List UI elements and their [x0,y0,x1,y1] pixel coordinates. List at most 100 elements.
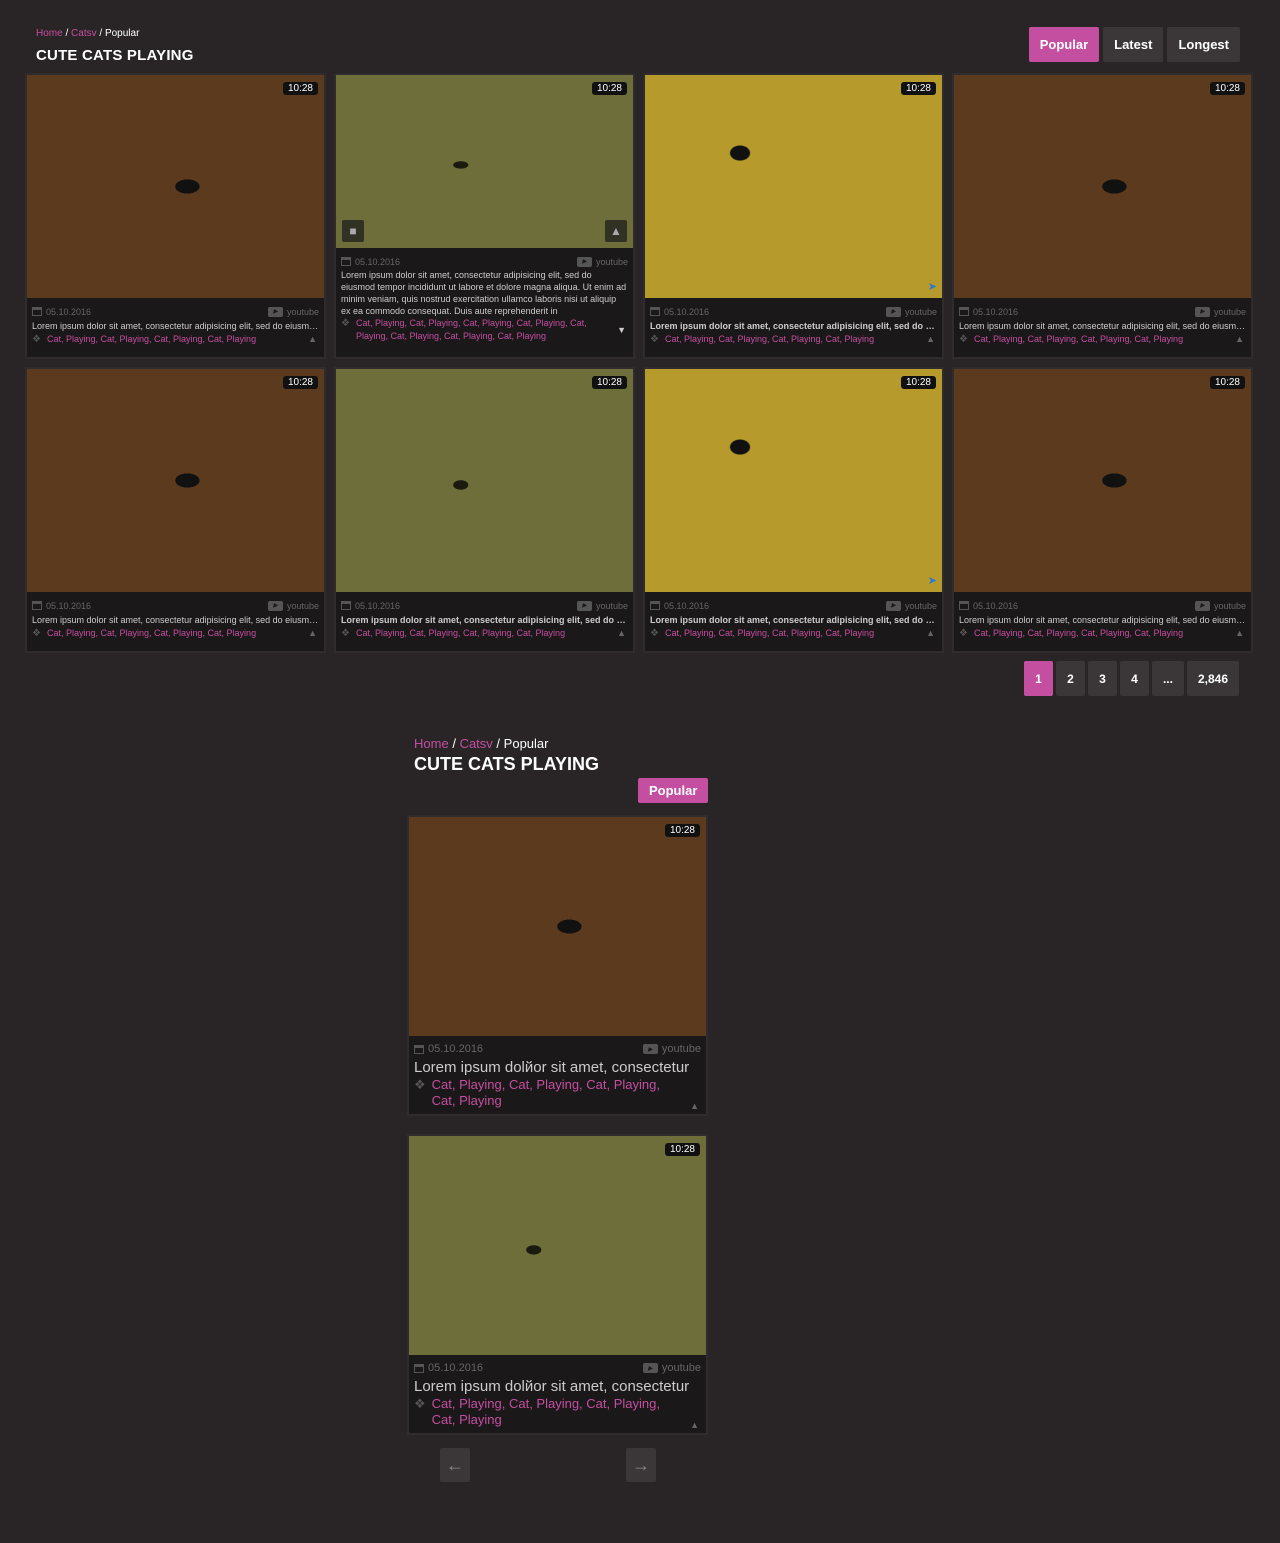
video-date: 05.10.2016 [664,306,710,317]
video-source: youtube [904,600,937,611]
cat-photo [645,75,942,298]
chevron-icon[interactable]: ▲ [308,333,317,346]
chevron-icon[interactable]: ▲ [690,1098,699,1114]
breadcrumb: Home / Catsv / Popular [36,28,139,39]
breadcrumb-separator: / [452,736,456,751]
tag-links[interactable]: Cat, Playing, Cat, Playing, Cat, Playing… [665,627,874,640]
tag-links[interactable]: Cat, Playing, Cat, Playing, Cat, Playing… [432,1396,678,1428]
video-tags: ❖ Cat, Playing, Cat, Playing, Cat, Playi… [409,1077,706,1114]
page-button[interactable]: ... [1151,661,1184,696]
arrow-left-icon[interactable]: ← [440,1448,470,1482]
video-thumbnail[interactable]: 10:28 [27,369,324,592]
tag-links[interactable]: Cat, Playing, Cat, Playing, Cat, Playing… [356,317,611,343]
chevron-icon[interactable]: ▲ [1235,627,1244,640]
video-card[interactable]: 10:28 05.10.2016 ▶ youtube Lorem ipsum do… [25,73,326,359]
video-thumbnail[interactable]: 10:28 [954,75,1251,298]
breadcrumb-home[interactable]: Home [36,28,63,39]
cat-photo [27,75,324,298]
trash-icon[interactable]: ■ [342,220,364,242]
chevron-icon[interactable]: ▲ [926,627,935,640]
duration-badge: 10:28 [591,376,627,389]
cat-photo [954,75,1251,298]
duration-badge: 10:28 [282,82,318,95]
chevron-icon[interactable]: ▼ [617,324,626,337]
sort-longest-button[interactable]: Longest [1167,27,1240,62]
mobile-video-card[interactable]: 10:28 05.10.2016 ▶ youtube Lorem ipsum do… [407,815,708,1116]
mobile-video-card[interactable]: 10:28 05.10.2016 ▶ youtube Lorem ipsum do… [407,1134,708,1435]
duration-badge: 10:28 [1209,376,1245,389]
tag-icon: ❖ [959,334,968,345]
mobile-sort-button[interactable]: Popular [638,778,709,803]
video-card[interactable]: 10:28 ■ ▲ 05.10.2016 ▶ youtube Lorem ipsum… [334,73,635,359]
duration-badge: 10:28 [591,82,627,95]
chevron-icon[interactable]: ▲ [926,333,935,346]
tag-links[interactable]: Cat, Playing, Cat, Playing, Cat, Playing… [47,333,256,346]
tag-links[interactable]: Cat, Playing, Cat, Playing, Cat, Playing… [432,1077,678,1109]
page-button[interactable]: 1 [1023,661,1053,696]
cat-photo [954,369,1251,592]
video-meta: 05.10.2016 ▶ youtube [409,1040,706,1058]
video-description: Lorem ipsum dolйor sit amet, consectetur [414,1378,690,1395]
sort-tabs: Popular Latest Longest [1028,27,1240,62]
video-card[interactable]: 10:28 05.10.2016 ▶ youtube Lorem ipsum do… [952,367,1253,653]
chevron-icon[interactable]: ▲ [1235,333,1244,346]
video-source: youtube [1213,600,1246,611]
youtube-icon: ▶ [267,600,283,611]
tag-links[interactable]: Cat, Playing, Cat, Playing, Cat, Playing… [665,333,874,346]
mobile-breadcrumb-current: Popular [503,736,549,751]
sort-popular-button[interactable]: Popular [1028,27,1100,62]
video-meta: 05.10.2016 ▶ youtube [27,598,324,613]
arrow-right-icon[interactable]: → [626,1448,656,1482]
video-thumbnail[interactable]: 10:28 [336,369,633,592]
video-source: youtube [595,256,628,267]
video-tags: ❖ Cat, Playing, Cat, Playing, Cat, Playi… [409,1396,706,1433]
video-description: Lorem ipsum dolor sit amet, consectetur … [341,615,633,625]
tag-links[interactable]: Cat, Playing, Cat, Playing, Cat, Playing… [356,627,565,640]
breadcrumb-separator: / [65,28,69,39]
breadcrumb-category[interactable]: Catsv [71,28,97,39]
youtube-icon: ▶ [885,306,901,317]
calendar-icon [959,307,969,316]
video-card[interactable]: 10:28 05.10.2016 ▶ youtube Lorem ipsum do… [25,367,326,653]
video-description: Lorem ipsum dolйor sit amet, consectetur [414,1059,690,1076]
sort-latest-button[interactable]: Latest [1103,27,1164,62]
page-button[interactable]: 3 [1087,661,1117,696]
mobile-breadcrumb-category[interactable]: Catsv [460,736,493,751]
video-source: youtube [1213,306,1246,317]
video-card[interactable]: 10:28 05.10.2016 ▶ youtube Lorem ipsum do… [952,73,1253,359]
breadcrumb-separator: / [99,28,103,39]
video-card[interactable]: 10:28 05.10.2016 ▶ youtube Lorem ipsum do… [334,367,635,653]
tag-icon: ❖ [32,334,41,345]
page-button[interactable]: 4 [1119,661,1149,696]
youtube-icon: ▶ [642,1363,658,1373]
video-thumbnail[interactable]: 10:28 [27,75,324,298]
tag-links[interactable]: Cat, Playing, Cat, Playing, Cat, Playing… [974,627,1183,640]
video-thumbnail[interactable]: 10:28 [954,369,1251,592]
cat-photo [409,1136,706,1355]
tag-icon: ❖ [341,318,350,329]
video-description: Lorem ipsum dolor sit amet, consectetur … [341,270,627,316]
video-tags: ❖ Cat, Playing, Cat, Playing, Cat, Playi… [954,333,1251,346]
video-thumbnail[interactable]: 10:28 [409,1136,706,1355]
tag-links[interactable]: Cat, Playing, Cat, Playing, Cat, Playing… [974,333,1183,346]
video-thumbnail[interactable]: 10:28 ➤ [645,369,942,592]
video-grid: 10:28 05.10.2016 ▶ youtube Lorem ipsum do… [25,73,1255,653]
youtube-icon: ▶ [267,306,283,317]
chevron-icon[interactable]: ▲ [617,627,626,640]
video-card[interactable]: 10:28 ➤ 05.10.2016 ▶ youtube Lorem ipsum … [643,367,944,653]
chevron-icon[interactable]: ▲ [308,627,317,640]
duration-badge: 10:28 [664,824,700,837]
tag-links[interactable]: Cat, Playing, Cat, Playing, Cat, Playing… [47,627,256,640]
chevron-icon[interactable]: ▲ [690,1417,699,1433]
video-thumbnail[interactable]: 10:28 ➤ [645,75,942,298]
cat-photo [409,817,706,1036]
page-button[interactable]: 2 [1055,661,1085,696]
thumbs-up-icon[interactable]: ▲ [605,220,627,242]
video-description: Lorem ipsum dolor sit amet, consectetur … [959,615,1251,625]
youtube-icon: ▶ [1194,306,1210,317]
video-thumbnail[interactable]: 10:28 ■ ▲ [336,75,633,248]
video-thumbnail[interactable]: 10:28 [409,817,706,1036]
page-button[interactable]: 2,846 [1186,661,1239,696]
video-card[interactable]: 10:28 ➤ 05.10.2016 ▶ youtube Lorem ipsum … [643,73,944,359]
mobile-breadcrumb-home[interactable]: Home [414,736,449,751]
